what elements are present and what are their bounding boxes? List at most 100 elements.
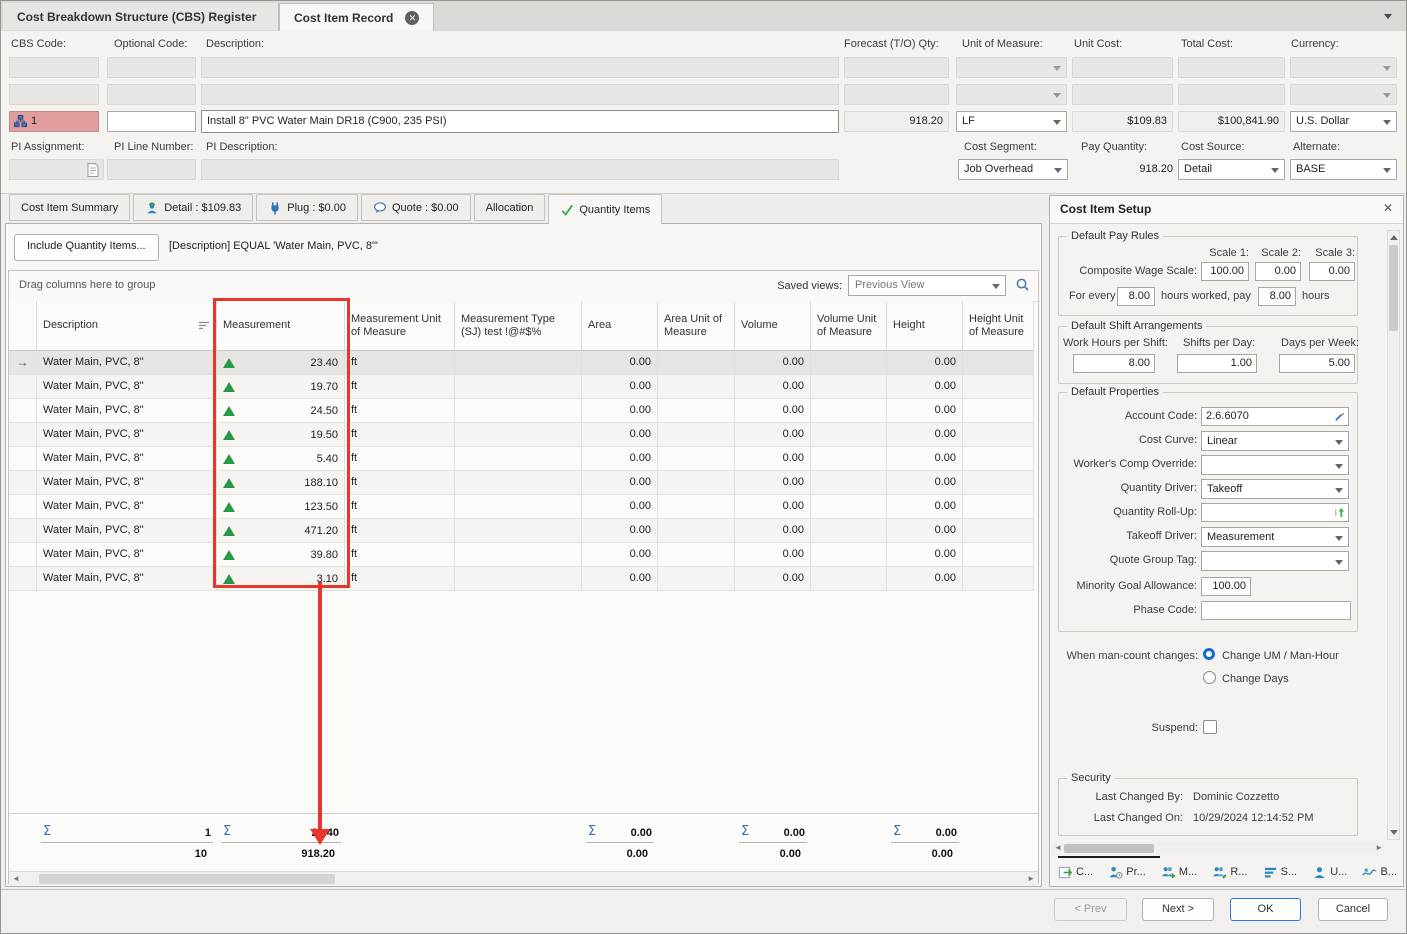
cell-volume-uom[interactable]: [811, 375, 887, 398]
shifts-per-day-input[interactable]: 1.00: [1177, 354, 1257, 373]
cell-description[interactable]: Water Main, PVC, 8": [37, 447, 217, 470]
phase-code-input[interactable]: [1201, 601, 1351, 620]
cell-measurement-type[interactable]: [455, 423, 582, 446]
column-header-volume-unit-of-measure[interactable]: Volume Unit of Measure: [811, 301, 887, 351]
tab-detail-109-83[interactable]: Detail : $109.83: [133, 194, 253, 221]
next-button[interactable]: Next >: [1142, 898, 1214, 921]
row-selector-cell[interactable]: →: [9, 351, 37, 374]
setup-vertical-scrollbar[interactable]: [1387, 230, 1400, 840]
row-selector-cell[interactable]: [9, 399, 37, 422]
cell-measurement-uom[interactable]: ft: [345, 519, 455, 542]
cell-height[interactable]: 0.00: [887, 471, 963, 494]
cell-measurement-uom[interactable]: ft: [345, 375, 455, 398]
cell-measurement[interactable]: 23.40: [217, 351, 345, 374]
tab-cost-item-summary[interactable]: Cost Item Summary: [9, 194, 130, 221]
column-header-volume[interactable]: Volume: [735, 301, 811, 351]
cell-measurement-type[interactable]: [455, 351, 582, 374]
uom-caret-icon[interactable]: [1053, 120, 1061, 125]
cell-volume-uom[interactable]: [811, 495, 887, 518]
quote-group-caret-icon[interactable]: [1335, 560, 1343, 565]
column-header-description[interactable]: Description: [37, 301, 217, 351]
cell-height-uom[interactable]: [963, 495, 1034, 518]
takeoff-driver-dropdown[interactable]: Measurement: [1201, 527, 1349, 547]
cell-area[interactable]: 0.00: [582, 543, 658, 566]
cell-volume-uom[interactable]: [811, 399, 887, 422]
quantity-row[interactable]: Water Main, PVC, 8"39.80ft0.000.000.00: [9, 543, 1034, 567]
quantity-rollup-input[interactable]: [1201, 503, 1349, 522]
forecast-qty-field[interactable]: 918.20: [844, 111, 949, 132]
cell-description[interactable]: Water Main, PVC, 8": [37, 567, 217, 590]
cell-description[interactable]: Water Main, PVC, 8": [37, 399, 217, 422]
cell-measurement[interactable]: 19.50: [217, 423, 345, 446]
work-hours-input[interactable]: 8.00: [1073, 354, 1155, 373]
cell-area-uom[interactable]: [658, 351, 735, 374]
takeoff-driver-caret-icon[interactable]: [1335, 536, 1343, 541]
alternate-caret-icon[interactable]: [1383, 168, 1391, 173]
column-header-measurement-type-sj-test[interactable]: Measurement Type (SJ) test !@#$%: [455, 301, 582, 351]
grid-horizontal-scrollbar[interactable]: ◄ ►: [9, 871, 1038, 886]
cell-volume[interactable]: 0.00: [735, 399, 811, 422]
quantity-driver-dropdown[interactable]: Takeoff: [1201, 479, 1349, 499]
cell-area-uom[interactable]: [658, 423, 735, 446]
tab-cbs-register[interactable]: Cost Breakdown Structure (CBS) Register: [3, 3, 279, 30]
cell-volume-uom[interactable]: [811, 351, 887, 374]
cell-measurement-uom[interactable]: ft: [345, 351, 455, 374]
cbs-code-cell[interactable]: 1: [9, 111, 99, 132]
cell-volume[interactable]: 0.00: [735, 447, 811, 470]
dock-tab-u[interactable]: U...: [1312, 865, 1347, 880]
cell-description[interactable]: Water Main, PVC, 8": [37, 471, 217, 494]
cell-measurement-uom[interactable]: ft: [345, 423, 455, 446]
saved-views-caret-icon[interactable]: [992, 284, 1000, 289]
cell-area[interactable]: 0.00: [582, 471, 658, 494]
quantity-row[interactable]: Water Main, PVC, 8"471.20ft0.000.000.00: [9, 519, 1034, 543]
cell-measurement-uom[interactable]: ft: [345, 447, 455, 470]
cell-area-uom[interactable]: [658, 375, 735, 398]
suspend-checkbox[interactable]: [1203, 720, 1217, 734]
tab-quote-0-00[interactable]: Quote : $0.00: [361, 194, 471, 221]
dock-tab-s[interactable]: S...: [1263, 865, 1298, 880]
dock-tab-c[interactable]: C...: [1058, 865, 1093, 880]
cell-height[interactable]: 0.00: [887, 519, 963, 542]
quantity-row[interactable]: →Water Main, PVC, 8"23.40ft0.000.000.00: [9, 351, 1034, 375]
cell-description[interactable]: Water Main, PVC, 8": [37, 495, 217, 518]
scroll-left-icon[interactable]: ◄: [12, 874, 20, 884]
cell-measurement[interactable]: 24.50: [217, 399, 345, 422]
quantity-row[interactable]: Water Main, PVC, 8"123.50ft0.000.000.00: [9, 495, 1034, 519]
cell-area[interactable]: 0.00: [582, 423, 658, 446]
dock-tab-m[interactable]: M...: [1161, 865, 1197, 880]
cell-measurement-uom[interactable]: ft: [345, 471, 455, 494]
currency-caret-icon[interactable]: [1383, 120, 1391, 125]
tab-quantity-items[interactable]: Quantity Items: [548, 194, 662, 224]
row-selector-cell[interactable]: [9, 543, 37, 566]
saved-views-dropdown[interactable]: Previous View: [848, 275, 1006, 296]
cell-measurement-type[interactable]: [455, 543, 582, 566]
pi-assignment-field[interactable]: [9, 159, 104, 180]
alternate-dropdown[interactable]: BASE: [1290, 159, 1397, 180]
cell-description[interactable]: Water Main, PVC, 8": [37, 519, 217, 542]
change-days-label[interactable]: Change Days: [1222, 673, 1289, 685]
quote-group-tag-dropdown[interactable]: [1201, 551, 1349, 571]
row-selector-cell[interactable]: [9, 519, 37, 542]
cell-volume-uom[interactable]: [811, 567, 887, 590]
row-selector-cell[interactable]: [9, 423, 37, 446]
cell-description[interactable]: Water Main, PVC, 8": [37, 543, 217, 566]
cell-area[interactable]: 0.00: [582, 375, 658, 398]
account-code-input[interactable]: 2.6.6070: [1201, 407, 1349, 426]
hours-worked-input[interactable]: 8.00: [1117, 287, 1155, 306]
quantity-row[interactable]: Water Main, PVC, 8"5.40ft0.000.000.00: [9, 447, 1034, 471]
tab-cost-item-record[interactable]: Cost Item Record ✕: [279, 3, 434, 32]
pay-hours-input[interactable]: 8.00: [1258, 287, 1296, 306]
row-selector-cell[interactable]: [9, 495, 37, 518]
description-field[interactable]: Install 8" PVC Water Main DR18 (C900, 23…: [201, 110, 839, 133]
cell-height[interactable]: 0.00: [887, 375, 963, 398]
column-header-area[interactable]: Area: [582, 301, 658, 351]
cell-measurement[interactable]: 5.40: [217, 447, 345, 470]
scroll-right-icon[interactable]: ►: [1027, 874, 1035, 884]
cell-measurement[interactable]: 123.50: [217, 495, 345, 518]
row-selector-cell[interactable]: [9, 447, 37, 470]
column-header-height-unit-of-measure[interactable]: Height Unit of Measure: [963, 301, 1034, 351]
cell-height-uom[interactable]: [963, 423, 1034, 446]
cell-volume[interactable]: 0.00: [735, 495, 811, 518]
change-days-radio[interactable]: [1203, 671, 1216, 684]
workers-comp-caret-icon[interactable]: [1335, 464, 1343, 469]
